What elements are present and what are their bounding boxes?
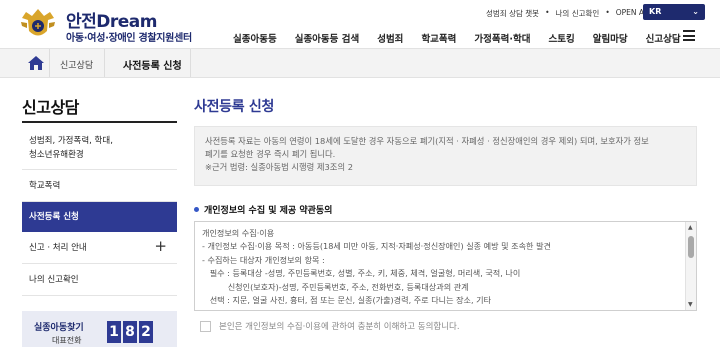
breadcrumb-divider [104,49,105,77]
scroll-down-arrow-icon[interactable]: ▼ [688,301,693,308]
terms-content: 개인정보의 수집·이용 - 개인정보 수집·이용 목적 : 아동등(18세 미만 … [202,227,682,307]
utility-links: 성범죄 상담 챗봇 • 나의 신고확인 • OPEN API [486,8,651,19]
sidebar-item-sexual-crime[interactable]: 성범죄, 가정폭력, 학대, 청소년유해환경 [22,128,177,170]
page-title: 사전등록 신청 [194,99,275,115]
hotline-digit: 2 [139,321,153,343]
sidebar-item-label: 학교폭력 [29,181,61,191]
site-header: 안전Dream 아동·여성·장애인 경찰지원센터 성범죄 상담 챗봇 • 나의 … [0,0,720,48]
nav-report[interactable]: 신고상담 [646,31,681,45]
police-emblem-logo[interactable] [18,6,58,42]
util-separator: • [605,8,610,17]
sidebar-item-label: 신고 · 처리 안내 [29,243,87,253]
home-icon [27,56,44,70]
sidebar-item-label: 청소년유해환경 [29,150,84,160]
terms-line: 개인정보의 수집·이용 [202,228,275,238]
nav-sexual-crime[interactable]: 성범죄 [377,31,403,45]
consent-checkbox[interactable] [200,320,211,332]
consent-agree-row[interactable]: 본인은 개인정보의 수집·이용에 관하여 충분히 이해하고 동의합니다. [200,320,460,332]
hotline-digit: 1 [107,321,121,343]
home-button[interactable] [22,49,50,77]
sidebar-item-pre-registration[interactable]: 사전등록 신청 [22,202,177,232]
hotline-digit: 8 [123,321,137,343]
terms-textarea[interactable]: 개인정보의 수집·이용 - 개인정보 수집·이용 목적 : 아동등(18세 미만 … [194,221,697,311]
hamburger-menu-icon[interactable] [683,30,695,41]
sidebar-item-label: 나의 신고확인 [29,275,79,285]
terms-line: 필수 : 등록대상 -성명, 주민등록번호, 성별, 주소, 키, 체중, 체격… [202,268,521,279]
consent-section-title: 개인정보의 수집 및 제공 약관동의 [194,203,332,216]
nav-stalking[interactable]: 스토킹 [548,31,574,45]
nav-missing-search[interactable]: 실종아동등 검색 [295,31,360,45]
sidebar-title: 신고상담 [22,98,79,117]
chevron-down-icon: ⌄ [692,7,699,16]
terms-line: - 수집하는 대상자 개인정보의 항목 : [202,254,325,265]
info-notice-box: 사전등록 자료는 아동의 연령이 18세에 도달한 경우 자동으로 폐기(지적 … [194,126,697,186]
site-logo-subtitle: 아동·여성·장애인 경찰지원센터 [66,33,192,44]
language-select[interactable]: KR ⌄ [643,4,705,20]
terms-line: - 개인정보 수집·이용 목적 : 아동등(18세 미만 아동, 지적·자폐성·… [202,241,551,252]
sidebar-item-report-guide[interactable]: 신고 · 처리 안내 + [22,232,177,264]
info-text-line: 사전등록 자료는 아동의 연령이 18세에 도달한 경우 자동으로 폐기(지적 … [205,136,649,146]
sidebar-item-school-violence[interactable]: 학교폭력 [22,170,177,202]
sidebar-title-underline [22,121,177,123]
main-navigation: 실종아동등 실종아동등 검색 성범죄 학교폭력 가정폭력·학대 스토킹 알림마당… [233,31,699,45]
util-chatbot-link[interactable]: 성범죄 상담 챗봇 [486,8,539,19]
hotline-sublabel: 대표전화 [52,336,82,345]
terms-scrollbar[interactable]: ▲ ▼ [685,222,696,310]
hotline-label: 실종아동찾기 [34,323,84,333]
nav-school-violence[interactable]: 학교폭력 [421,31,456,45]
util-my-report-link[interactable]: 나의 신고확인 [556,8,600,19]
missing-child-hotline-box: 실종아동찾기 대표전화 1 8 2 [22,311,177,347]
terms-line: 선택 : 지문, 얼굴 사진, 흉터, 점 또는 문신, 실종(가출)경력, 주… [202,295,492,306]
section-title-text: 개인정보의 수집 및 제공 약관동의 [204,206,333,216]
language-value: KR [649,7,662,16]
sidebar-item-my-report[interactable]: 나의 신고확인 [22,264,177,296]
nav-domestic-violence[interactable]: 가정폭력·학대 [474,31,530,45]
terms-line: 신청인(보호자)-성명, 주민등록번호, 주소, 전화번호, 등록대상과의 관계 [202,281,469,292]
breadcrumb-divider [190,49,191,77]
breadcrumb-level1[interactable]: 신고상담 [60,58,93,71]
breadcrumb-level2[interactable]: 사전등록 신청 [123,57,182,72]
bullet-dot-icon [194,207,199,212]
plus-icon[interactable]: + [154,239,167,254]
info-legal-basis: ※근거 법령: 실종아동법 시행령 제3조의 2 [205,162,353,172]
scroll-up-arrow-icon[interactable]: ▲ [688,224,693,231]
sidebar-item-label: 성범죄, 가정폭력, 학대, [29,136,113,146]
info-text-line: 폐기를 요청한 경우 즉시 폐기 됩니다. [205,149,336,159]
breadcrumb: 신고상담 사전등록 신청 [0,48,720,78]
nav-notice[interactable]: 알림마당 [593,31,628,45]
util-separator: • [545,8,550,17]
consent-label[interactable]: 본인은 개인정보의 수집·이용에 관하여 충분히 이해하고 동의합니다. [219,320,460,332]
scroll-thumb[interactable] [688,236,694,258]
nav-missing-children[interactable]: 실종아동등 [233,31,277,45]
sidebar-item-label: 사전등록 신청 [29,212,79,222]
